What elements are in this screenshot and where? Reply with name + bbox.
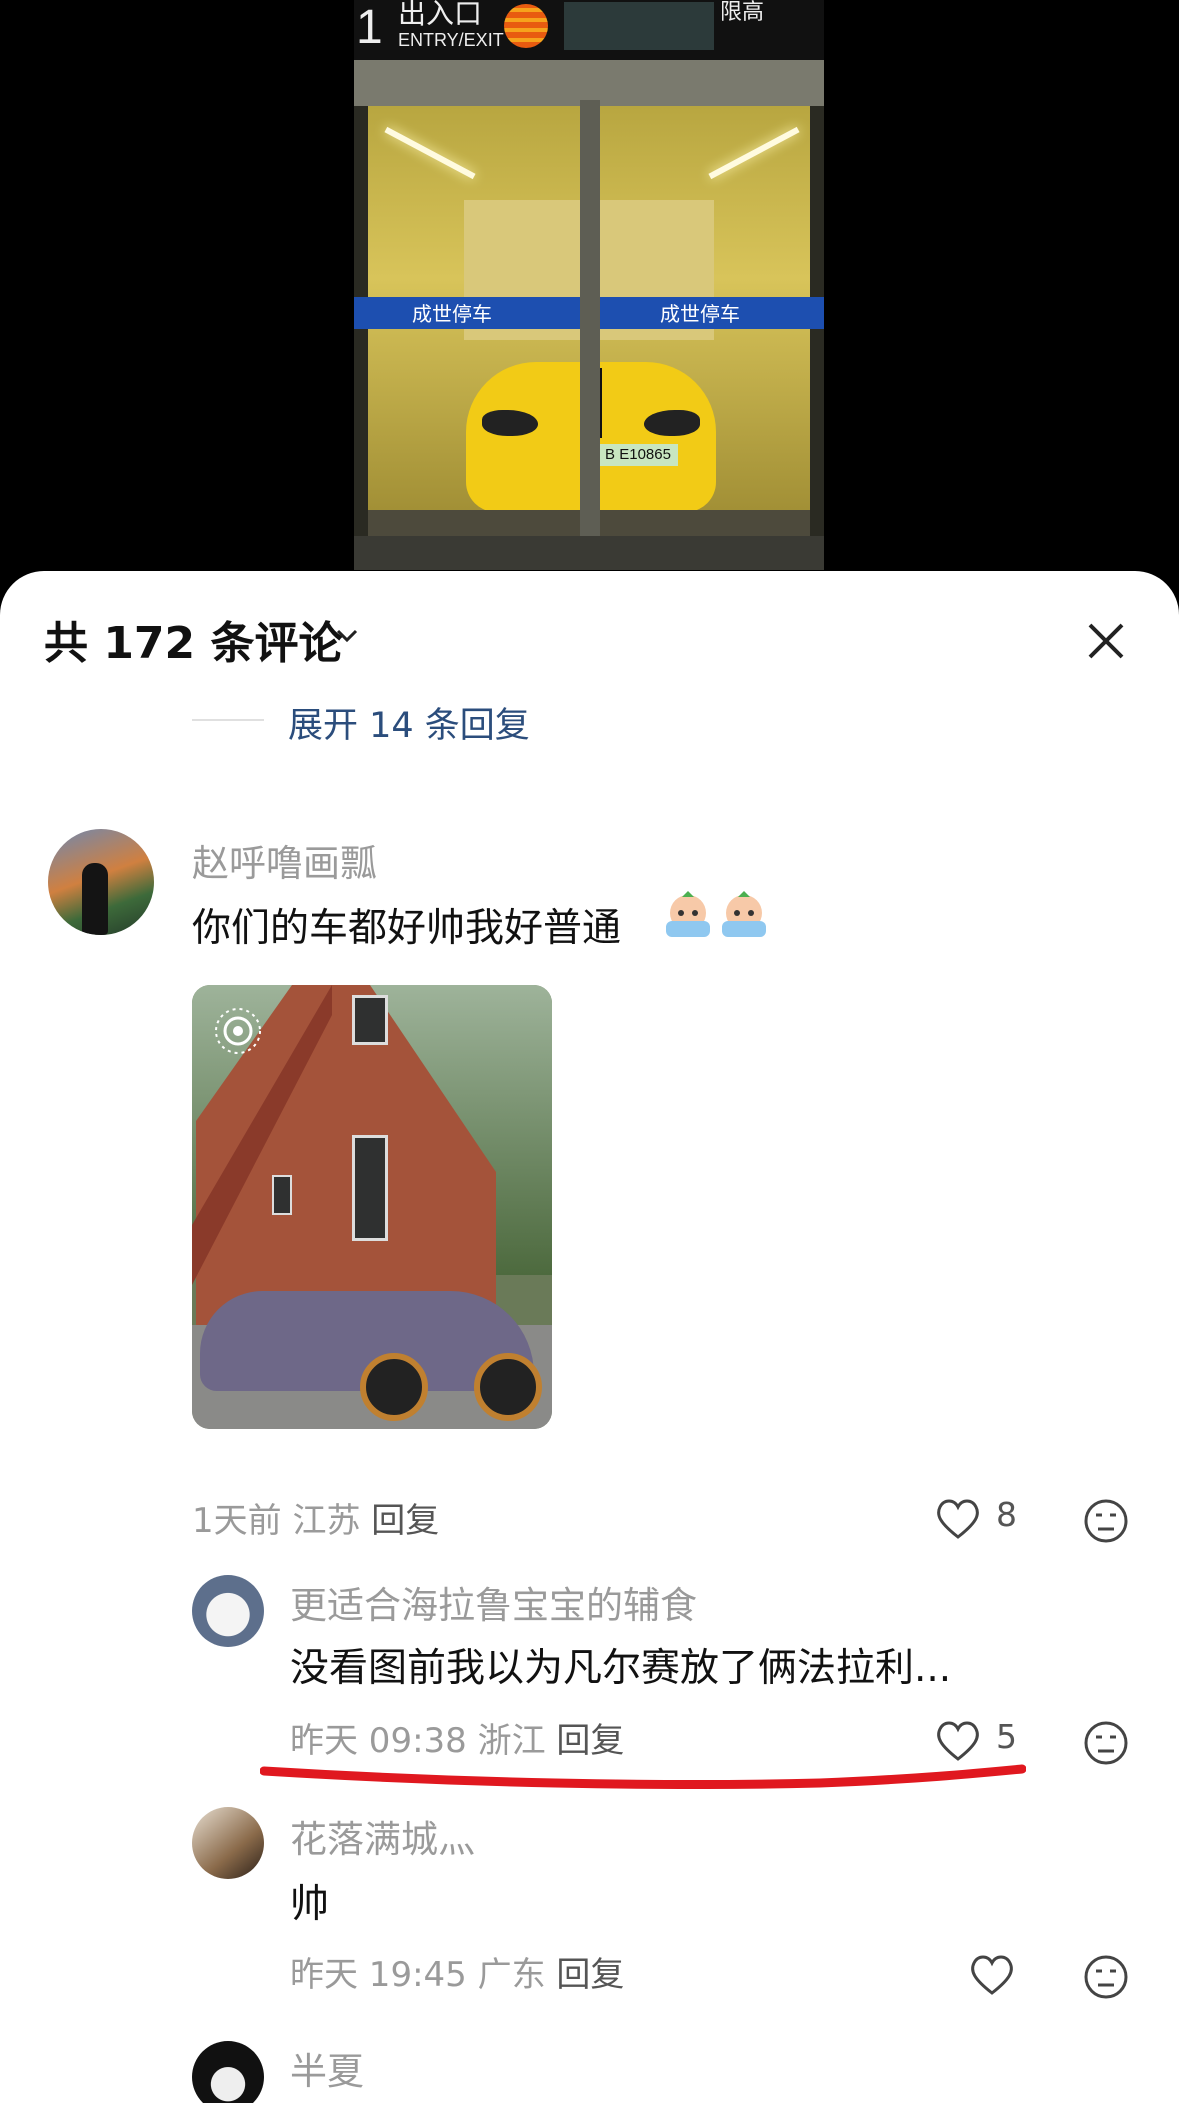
- window: [352, 995, 388, 1045]
- comment-time: 昨天 09:38: [290, 1721, 467, 1761]
- comment-location: 广东: [477, 1955, 546, 1995]
- divider-line: [192, 719, 264, 721]
- window: [272, 1175, 292, 1215]
- door-frame-bottom: [354, 536, 824, 570]
- like-count: 5: [996, 1717, 1017, 1756]
- comment-text: 帅: [290, 1882, 330, 1927]
- expand-replies-link[interactable]: 展开 14 条回复: [288, 697, 530, 748]
- dislike-face-icon[interactable]: [1082, 1953, 1130, 2001]
- comment-meta: 昨天 19:45 广东 回复: [290, 1947, 624, 1996]
- crying-emoji-icon: [666, 891, 710, 937]
- live-photo-icon: [215, 1008, 261, 1054]
- comment-username[interactable]: 半夏: [290, 2041, 364, 2095]
- car-wheel: [474, 1353, 542, 1421]
- led-display: [564, 2, 714, 50]
- dislike-face-icon[interactable]: [1082, 1719, 1130, 1767]
- window: [352, 1135, 388, 1241]
- avatar[interactable]: [192, 1575, 264, 1647]
- comment-sheet: 共 172 条评论 展开 14 条回复 赵呼噜画瓢 你们的车都好帅我好普通 1天…: [0, 571, 1179, 2103]
- parking-garage-image: 1 出入口 ENTRY/EXIT 限高 B E10865 成世停车 成世停车: [354, 0, 824, 570]
- avatar[interactable]: [192, 1807, 264, 1879]
- car-headlight: [644, 410, 700, 436]
- avatar[interactable]: [48, 829, 154, 935]
- post-photo[interactable]: 1 出入口 ENTRY/EXIT 限高 B E10865 成世停车 成世停车: [0, 0, 1179, 600]
- sign-english: ENTRY/EXIT: [398, 30, 504, 50]
- comment-image[interactable]: [192, 985, 552, 1429]
- close-icon[interactable]: [1082, 617, 1130, 665]
- comment-text: 没看图前我以为凡尔赛放了俩法拉利...: [290, 1646, 952, 1691]
- banner-label-left: 成世停车: [412, 302, 492, 326]
- comment-time: 1天前: [192, 1501, 282, 1541]
- height-limit-sign: 限高: [720, 0, 765, 25]
- chevron-down-icon[interactable]: [332, 621, 362, 651]
- traffic-light-icon: [504, 4, 548, 48]
- avatar-figure: [82, 863, 108, 935]
- comment-username[interactable]: 花落满城灬: [290, 1809, 475, 1863]
- red-underline-annotation: [260, 1764, 1026, 1789]
- dislike-face-icon[interactable]: [1082, 1497, 1130, 1545]
- car-wheel: [360, 1353, 428, 1421]
- comment-meta: 1天前 江苏 回复: [192, 1493, 439, 1542]
- reply-button[interactable]: 回复: [371, 1501, 439, 1541]
- comment-meta: 昨天 09:38 浙江 回复: [290, 1713, 624, 1762]
- heart-icon[interactable]: [934, 1719, 982, 1763]
- comment-text: 你们的车都好帅我好普通: [192, 906, 622, 951]
- heart-icon[interactable]: [968, 1953, 1016, 1997]
- sign-chinese: 出入口: [398, 0, 483, 30]
- sign-number: 1: [356, 1, 383, 54]
- heart-icon[interactable]: [934, 1497, 982, 1541]
- avatar[interactable]: [192, 2041, 264, 2103]
- license-plate: B E10865: [598, 444, 678, 466]
- reply-button[interactable]: 回复: [556, 1721, 624, 1761]
- comment-time: 昨天 19:45: [290, 1955, 467, 1995]
- banner-label-right: 成世停车: [660, 302, 740, 326]
- comment-location: 江苏: [292, 1501, 361, 1541]
- reply-button[interactable]: 回复: [556, 1955, 624, 1995]
- door-divider: [580, 100, 600, 570]
- comment-count-title[interactable]: 共 172 条评论: [44, 607, 342, 671]
- comment-username[interactable]: 赵呼噜画瓢: [192, 833, 377, 887]
- crying-emoji-icon: [722, 891, 766, 937]
- comment-username[interactable]: 更适合海拉鲁宝宝的辅食: [290, 1575, 697, 1629]
- comment-location: 浙江: [477, 1721, 546, 1761]
- like-count: 8: [996, 1495, 1017, 1534]
- car-headlight: [482, 410, 538, 436]
